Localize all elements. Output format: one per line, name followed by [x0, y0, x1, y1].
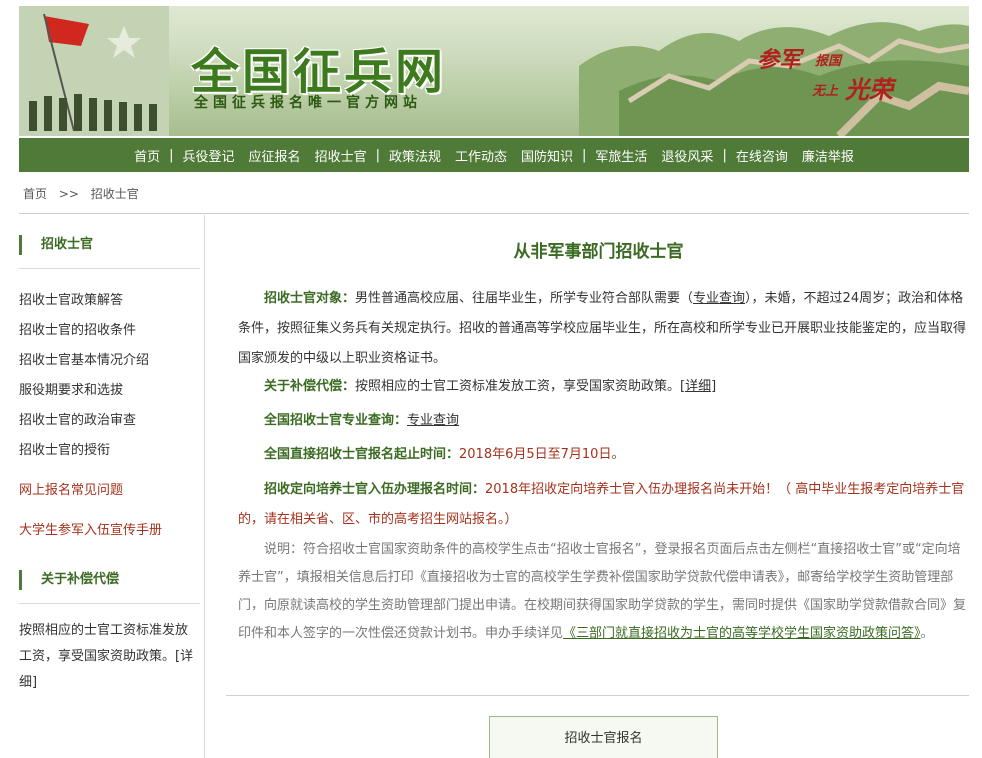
divider	[19, 213, 969, 214]
paragraph-registration-time: 全国直接招收士官报名起止时间：2018年6月5日至7月10日。	[238, 440, 966, 470]
breadcrumb-separator: >>	[58, 187, 79, 201]
nav-item-consult[interactable]: 在线咨询	[729, 146, 795, 165]
label: 招收定向培养士官入伍办理报名时间：	[264, 482, 486, 497]
sidebar-link-basic-info[interactable]: 招收士官基本情况介绍	[19, 349, 149, 368]
registration-dates: 2018年6月5日至7月10日。	[459, 447, 625, 462]
main-nav: 首页 | 兵役登记 应征报名 招收士官 | 政策法规 工作动态 国防知识 | 军…	[19, 138, 969, 172]
sidebar: 招收士官 招收士官政策解答 招收士官的招收条件 招收士官基本情况介绍 服役期要求…	[19, 215, 205, 758]
nav-separator: |	[375, 147, 380, 163]
nav-separator: |	[582, 147, 587, 163]
paragraph-note: 说明：符合招收士官国家资助条件的高校学生点击“招收士官报名”，登录报名页面后点击…	[238, 536, 966, 648]
sidebar-link-service-term[interactable]: 服役期要求和选拔	[19, 379, 123, 398]
paragraph-major-query: 全国招收士官专业查询：专业查询	[238, 406, 966, 436]
sidebar-link-political-review[interactable]: 招收士官的政治审查	[19, 409, 136, 428]
nav-item-military-life[interactable]: 军旅生活	[588, 146, 654, 165]
breadcrumb-current[interactable]: 招收士官	[91, 187, 139, 201]
compensation-text: 按照相应的士官工资标准发放工资，享受国家资助政策。	[19, 623, 189, 664]
nav-item-report[interactable]: 廉洁举报	[795, 146, 861, 165]
slogan-part4: 光荣	[845, 76, 893, 104]
major-query-link[interactable]: 专业查询	[693, 291, 745, 306]
nav-item-veterans[interactable]: 退役风采	[654, 146, 720, 165]
nav-item-nco[interactable]: 招收士官	[308, 146, 374, 165]
note-end: 。	[920, 626, 934, 641]
policy-qa-link[interactable]: 《三部门就直接招收为士官的高等学校学生国家资助政策问答》	[563, 626, 921, 641]
sidebar-link-policy-faq[interactable]: 招收士官政策解答	[19, 289, 123, 308]
nav-item-defense[interactable]: 国防知识	[514, 146, 580, 165]
nco-apply-button[interactable]: 招收士官报名	[489, 716, 718, 758]
sidebar-link-rank[interactable]: 招收士官的授衔	[19, 439, 110, 458]
breadcrumb-home[interactable]: 首页	[23, 187, 47, 201]
nav-item-registration[interactable]: 兵役登记	[176, 146, 242, 165]
label: 全国直接招收士官报名起止时间：	[264, 447, 460, 462]
nav-item-policy[interactable]: 政策法规	[382, 146, 448, 165]
label: 关于补偿代偿：	[264, 379, 356, 394]
nav-separator: |	[722, 147, 727, 163]
paragraph-compensation: 关于补偿代偿：按照相应的士官工资标准发放工资，享受国家资助政策。[详细]	[238, 372, 966, 402]
paragraph-recruit-target: 招收士官对象：男性普通高校应届、往届毕业生，所学专业符合部队需要（专业查询），未…	[238, 284, 966, 374]
site-subtitle: 全国征兵报名唯一官方网站	[194, 95, 422, 111]
nav-item-news[interactable]: 工作动态	[448, 146, 514, 165]
sidebar-compensation-text: 按照相应的士官工资标准发放工资，享受国家资助政策。[详细]	[19, 618, 199, 696]
slogan-part3: 无上	[812, 84, 839, 99]
slogan-part2: 报国	[815, 54, 842, 69]
breadcrumb: 首页 >> 招收士官	[23, 185, 147, 202]
paragraph-directed-training: 招收定向培养士官入伍办理报名时间：2018年招收定向培养士官入伍办理报名尚未开始…	[238, 475, 966, 535]
major-query-link[interactable]: 专业查询	[407, 413, 459, 428]
nav-separator: |	[169, 147, 174, 163]
detail-link[interactable]: [详细]	[680, 379, 716, 394]
sidebar-link-faq[interactable]: 网上报名常见问题	[19, 479, 123, 498]
sidebar-link-handbook[interactable]: 大学生参军入伍宣传手册	[19, 519, 162, 538]
slogan: 参军 报国 无上 光荣	[757, 42, 927, 112]
sidebar-section-title: 关于补偿代偿	[19, 570, 119, 590]
text: 男性普通高校应届、往届毕业生，所学专业符合部队需要（	[355, 291, 694, 306]
page: 全国征兵网 全国征兵报名唯一官方网站 参军 报国 无上 光荣 首页 | 兵役登记…	[0, 0, 982, 758]
sidebar-section-title: 招收士官	[19, 235, 93, 255]
divider	[19, 603, 200, 604]
page-title: 从非军事部门招收士官	[513, 242, 684, 262]
label: 全国招收士官专业查询：	[264, 413, 408, 428]
nav-item-home[interactable]: 首页	[127, 146, 167, 165]
header-banner: 全国征兵网 全国征兵报名唯一官方网站 参军 报国 无上 光荣	[19, 6, 969, 136]
divider	[19, 268, 200, 269]
nav-item-enlist[interactable]: 应征报名	[242, 146, 308, 165]
sidebar-link-conditions[interactable]: 招收士官的招收条件	[19, 319, 136, 338]
divider	[226, 695, 969, 696]
text: 按照相应的士官工资标准发放工资，享受国家资助政策。	[355, 379, 681, 394]
slogan-part1: 参军	[757, 48, 802, 73]
label: 招收士官对象：	[264, 291, 356, 306]
